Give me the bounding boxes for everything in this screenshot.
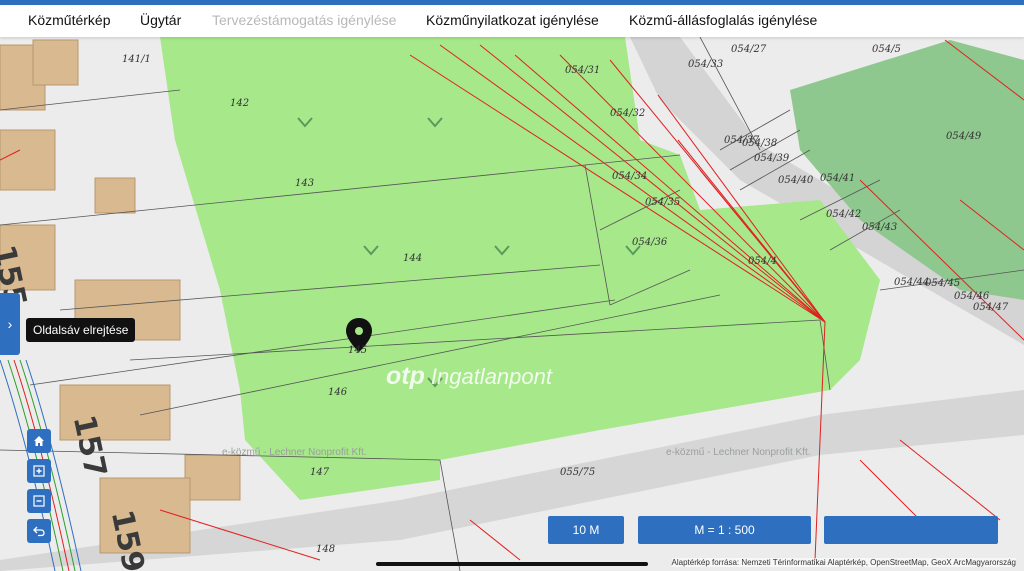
parcel-label: 054/33 <box>688 59 724 70</box>
otp-ingatlanpont-logo: otp Ingatlanpont <box>386 362 552 391</box>
parcel-label: 142 <box>230 98 250 109</box>
parcel-label: 054/47 <box>973 302 1009 313</box>
parcel-label: 054/43 <box>862 222 898 233</box>
home-button[interactable] <box>27 429 51 453</box>
parcel-label: 143 <box>295 178 315 189</box>
parcel-label: 054/44 <box>894 277 930 288</box>
parcel-label: 054/34 <box>612 171 648 182</box>
parcel-label: 054/41 <box>820 173 856 184</box>
watermark-text: e-közmű - Lechner Nonprofit Kft. <box>666 447 811 458</box>
parcel-label: 054/49 <box>946 131 982 142</box>
scale-extra-button[interactable] <box>824 516 998 544</box>
home-icon <box>34 436 44 446</box>
scale-ratio-button[interactable]: M = 1 : 500 <box>638 516 811 544</box>
logo-product: Ingatlanpont <box>430 363 552 389</box>
map-base-layer <box>0 37 1024 571</box>
chevron-right-icon: › <box>7 316 13 332</box>
tab-kozmu-allasfoglalas[interactable]: Közmű-állásfoglalás igénylése <box>629 12 817 28</box>
parcel-label: 054/31 <box>565 65 601 76</box>
map-attribution: Alaptérkép forrása: Nemzeti Térinformati… <box>671 558 1016 567</box>
top-navigation-bar: Közműtérkép Ügytár Tervezéstámogatás igé… <box>0 0 1024 37</box>
parcel-label: 054/4 <box>748 256 777 267</box>
parcel-label: 054/42 <box>826 209 862 220</box>
sidebar-toggle-button[interactable]: › <box>0 293 20 355</box>
parcel-label: 148 <box>316 544 336 555</box>
tab-kozmunyilatkozat[interactable]: Közműnyilatkozat igénylése <box>426 12 599 28</box>
parcel-label: 054/27 <box>731 44 767 55</box>
parcel-label: 054/35 <box>645 197 681 208</box>
parcel-label: 054/40 <box>778 175 814 186</box>
parcel-label: 054/46 <box>954 291 990 302</box>
zoom-out-icon <box>33 495 45 507</box>
parcel-label: 146 <box>328 387 348 398</box>
back-icon <box>33 526 45 537</box>
parcel-label: 141/1 <box>122 54 151 65</box>
back-button[interactable] <box>27 519 51 543</box>
parcel-label: 054/39 <box>754 153 790 164</box>
parcel-label: 147 <box>310 467 330 478</box>
parcel-label: 055/75 <box>560 467 596 478</box>
parcel-label: 054/5 <box>872 44 901 55</box>
parcel-label: 054/36 <box>632 237 668 248</box>
parcel-label: 054/38 <box>742 138 778 149</box>
parcel-label: 054/32 <box>610 108 646 119</box>
zoom-in-button[interactable] <box>27 459 51 483</box>
zoom-out-button[interactable] <box>27 489 51 513</box>
scale-bar-button[interactable]: 10 M <box>548 516 624 544</box>
tab-ugytar[interactable]: Ügytár <box>140 12 181 28</box>
logo-brand: otp <box>386 362 425 390</box>
sidebar-tooltip: Oldalsáv elrejtése <box>26 318 136 342</box>
parcel-label: 145 <box>348 345 368 356</box>
watermark-text: e-közmű - Lechner Nonprofit Kft. <box>222 447 367 458</box>
tab-tervezestamogatas: Tervezéstámogatás igénylése <box>212 12 397 28</box>
parcel-label: 144 <box>403 253 423 264</box>
home-indicator <box>376 562 648 566</box>
map-canvas[interactable]: 141/1 142 143 144 145 146 147 148 054/31… <box>0 37 1024 571</box>
zoom-in-icon <box>33 465 45 477</box>
tab-kozmuterkep[interactable]: Közműtérkép <box>28 12 110 28</box>
parcel-label: 054/45 <box>925 278 961 289</box>
